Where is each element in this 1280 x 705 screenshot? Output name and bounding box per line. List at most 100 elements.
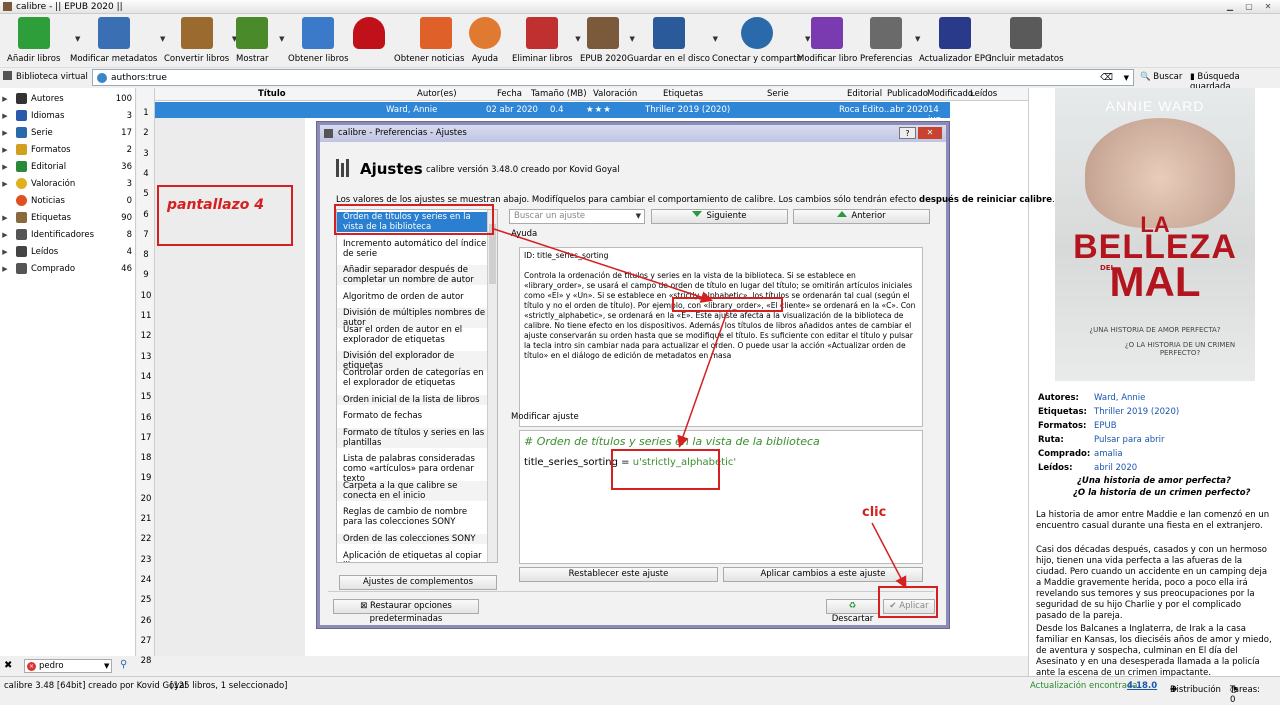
- chevron-down-icon[interactable]: ▼: [104, 662, 109, 670]
- search-icon[interactable]: ⚲: [120, 659, 127, 670]
- column-title[interactable]: Título: [258, 89, 286, 99]
- sidebar-item-news[interactable]: Noticias 0: [0, 192, 136, 209]
- row-number[interactable]: 25: [137, 595, 155, 605]
- list-item[interactable]: Formato de títulos y series en las plant…: [337, 428, 487, 448]
- search-input[interactable]: authors:true ⌫ ▼: [92, 69, 1134, 86]
- fetch-news-button[interactable]: Obtener noticias: [394, 17, 464, 64]
- chevron-down-icon[interactable]: ▼: [636, 210, 641, 223]
- connect-share-button[interactable]: Conectar y compartir ▼: [712, 17, 810, 64]
- discard-button[interactable]: ♻ Descartar: [826, 599, 879, 624]
- gear-icon[interactable]: [97, 72, 107, 83]
- row-number[interactable]: 1: [137, 108, 155, 118]
- sidebar-item-identifiers[interactable]: ▶ Identificadores 8: [0, 226, 136, 243]
- edit-metadata-button[interactable]: Modificar metadatos ▼: [70, 17, 165, 64]
- row-number[interactable]: 23: [137, 555, 155, 565]
- sidebar-item-rating[interactable]: ▶ Valoración 3: [0, 175, 136, 192]
- book-cover[interactable]: ANNIE WARD LA BELLEZA DEL MAL ¿UNA HISTO…: [1055, 88, 1255, 381]
- row-number[interactable]: 5: [137, 189, 155, 199]
- help-icon[interactable]: ?: [899, 127, 916, 139]
- virtual-library-button[interactable]: Biblioteca virtual: [3, 71, 88, 82]
- column-tags[interactable]: Etiquetas: [663, 89, 703, 99]
- list-item[interactable]: Algoritmo de orden de autor: [337, 292, 487, 302]
- sidebar-item-series[interactable]: ▶ Serie 17: [0, 124, 136, 141]
- remove-books-button[interactable]: Eliminar libros ▼: [512, 17, 581, 64]
- clear-icon[interactable]: ⌫: [1100, 73, 1113, 83]
- donate-button[interactable]: [353, 17, 385, 54]
- column-authors[interactable]: Autor(es): [417, 89, 457, 99]
- row-number[interactable]: 11: [137, 311, 155, 321]
- sidebar-item-purchased[interactable]: ▶ Comprado 46: [0, 260, 136, 277]
- reset-tweak-button[interactable]: Restablecer este ajuste: [519, 567, 718, 582]
- row-number[interactable]: 16: [137, 413, 155, 423]
- sidebar-item-publisher[interactable]: ▶ Editorial 36: [0, 158, 136, 175]
- chevron-down-icon[interactable]: ▼: [279, 35, 284, 43]
- preferences-button[interactable]: Preferencias ▼: [860, 17, 920, 64]
- table-row[interactable]: Ward, Annie 02 abr 2020 0.4 ★★★ Thriller…: [155, 102, 950, 125]
- close-icon[interactable]: ✕: [1260, 1, 1276, 12]
- row-number[interactable]: 26: [137, 616, 155, 626]
- row-number[interactable]: 12: [137, 331, 155, 341]
- expand-icon[interactable]: ▶: [0, 146, 10, 154]
- row-number[interactable]: 24: [137, 575, 155, 585]
- column-series[interactable]: Serie: [767, 89, 789, 99]
- tweaks-list[interactable]: Orden de títulos y series en la vista de…: [336, 209, 498, 563]
- row-number[interactable]: 27: [137, 636, 155, 646]
- row-number[interactable]: 2: [137, 128, 155, 138]
- library-button[interactable]: EPUB 2020 ▼: [580, 17, 635, 64]
- tweak-editor[interactable]: # Orden de títulos y series en la vista …: [519, 430, 923, 564]
- restore-defaults-button[interactable]: ⊠ Restaurar opciones predeterminadas: [333, 599, 479, 624]
- expand-icon[interactable]: ▶: [0, 163, 10, 171]
- list-item[interactable]: Usar el orden de autor en el explorador …: [337, 325, 487, 345]
- expand-icon[interactable]: ▶: [0, 265, 10, 273]
- list-item[interactable]: Controlar orden de categorías en el expl…: [337, 368, 487, 388]
- edit-book-button[interactable]: Modificar libro: [797, 17, 857, 64]
- sidebar-item-formats[interactable]: ▶ Formatos 2: [0, 141, 136, 158]
- chevron-down-icon[interactable]: ▼: [1124, 74, 1129, 82]
- column-read[interactable]: Leídos: [970, 89, 997, 99]
- list-item[interactable]: Carpeta a la que calibre se conecta en e…: [337, 481, 487, 501]
- column-publisher[interactable]: Editorial: [847, 89, 882, 99]
- tweak-search-input[interactable]: Buscar un ajuste ▼: [509, 209, 645, 224]
- row-number[interactable]: 9: [137, 270, 155, 280]
- column-modified[interactable]: Modificado: [927, 89, 973, 99]
- row-number[interactable]: 21: [137, 514, 155, 524]
- column-date[interactable]: Fecha: [497, 89, 522, 99]
- row-number[interactable]: 8: [137, 250, 155, 260]
- row-number[interactable]: 15: [137, 392, 155, 402]
- row-number[interactable]: 28: [137, 656, 155, 666]
- sidebar-item-languages[interactable]: ▶ Idiomas 3: [0, 107, 136, 124]
- row-number[interactable]: 19: [137, 473, 155, 483]
- column-published[interactable]: Publicado: [887, 89, 928, 99]
- expand-icon[interactable]: ▶: [0, 248, 10, 256]
- expand-icon[interactable]: ▶: [0, 180, 10, 188]
- plugin-tweaks-button[interactable]: Ajustes de complementos: [339, 575, 497, 590]
- sidebar-item-authors[interactable]: ▶ Autores 100: [0, 90, 136, 107]
- expand-icon[interactable]: ▶: [0, 214, 10, 222]
- list-item[interactable]: Incremento automático del índice de seri…: [337, 239, 487, 259]
- previous-button[interactable]: Anterior: [793, 209, 930, 224]
- maximize-icon[interactable]: ▢: [1241, 1, 1257, 12]
- list-item[interactable]: Reglas de cambio de nombre para las cole…: [337, 507, 487, 527]
- view-button[interactable]: Mostrar ▼: [236, 17, 285, 64]
- row-number[interactable]: 18: [137, 453, 155, 463]
- tag-search-input[interactable]: pedro: [24, 659, 112, 673]
- list-item[interactable]: Aplicación de etiquetas al copiar libros: [337, 551, 487, 562]
- column-rating[interactable]: Valoración: [593, 89, 637, 99]
- row-number[interactable]: 3: [137, 149, 155, 159]
- search-button[interactable]: 🔍 Buscar: [1140, 72, 1182, 82]
- sidebar-item-tags[interactable]: ▶ Etiquetas 90: [0, 209, 136, 226]
- row-number[interactable]: 13: [137, 352, 155, 362]
- expand-icon[interactable]: ▶: [0, 112, 10, 120]
- sidebar-item-read[interactable]: ▶ Leídos 4: [0, 243, 136, 260]
- minimize-icon[interactable]: ▁: [1222, 1, 1238, 12]
- expand-icon[interactable]: ▶: [0, 95, 10, 103]
- get-books-button[interactable]: Obtener libros▼: [288, 17, 359, 64]
- tools-icon[interactable]: ✖: [4, 660, 12, 671]
- save-to-disk-button[interactable]: Guardar en el disco ▼: [627, 17, 718, 64]
- row-number[interactable]: 10: [137, 291, 155, 301]
- apply-tweak-button[interactable]: Aplicar cambios a este ajuste: [723, 567, 923, 582]
- list-item[interactable]: Orden inicial de la lista de libros: [337, 395, 487, 405]
- list-scrollbar[interactable]: [487, 210, 497, 562]
- list-item[interactable]: Añadir separador después de completar un…: [337, 265, 487, 285]
- expand-icon[interactable]: ▶: [0, 129, 10, 137]
